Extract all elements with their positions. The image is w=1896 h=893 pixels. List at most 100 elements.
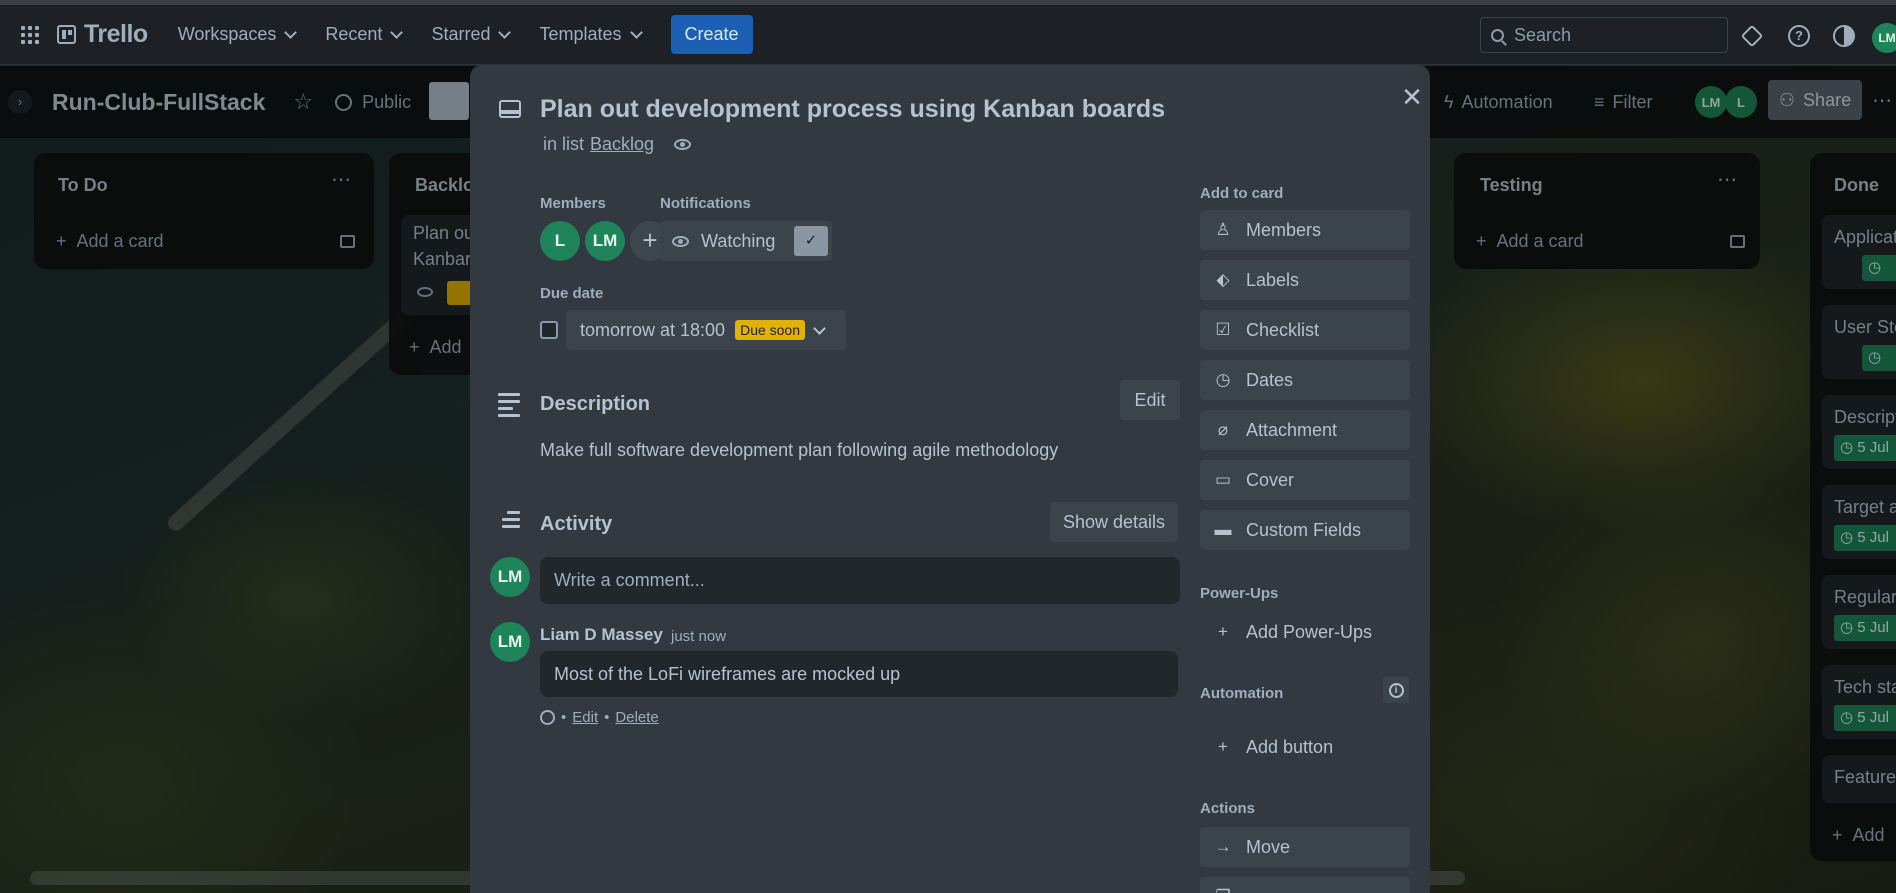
nav-label: Recent <box>325 24 383 44</box>
tag-icon: ⬖ <box>1216 270 1230 289</box>
activity-title: Activity <box>540 513 613 535</box>
checklist-button[interactable]: ☑ Checklist <box>1200 310 1410 350</box>
button-label: Checklist <box>1246 319 1320 340</box>
nav-templates[interactable]: Templates <box>539 24 643 45</box>
separator: • <box>561 709 567 726</box>
member-avatar[interactable]: LM <box>585 221 625 261</box>
chevron-down-icon <box>629 26 643 39</box>
due-value: tomorrow at 18:00 <box>580 319 726 340</box>
move-button[interactable]: → Move <box>1200 827 1410 867</box>
comment-author-avatar: LM <box>490 622 530 662</box>
card-icon <box>499 100 521 118</box>
copy-icon: ❐ <box>1214 887 1232 893</box>
paperclip-icon: ⌀ <box>1217 420 1229 439</box>
trello-mark-icon <box>57 25 76 44</box>
trello-logo[interactable]: Trello <box>57 20 148 49</box>
due-soon-badge: Due soon <box>735 320 806 340</box>
nav-label: Templates <box>539 24 622 44</box>
delete-comment-link[interactable]: Delete <box>615 709 658 726</box>
chevron-down-icon <box>498 26 512 39</box>
nav-workspaces[interactable]: Workspaces <box>177 24 298 45</box>
custom-fields-button[interactable]: ▬ Custom Fields <box>1200 510 1410 550</box>
card-list-info: in list Backlog <box>543 134 692 155</box>
due-date-label: Due date <box>540 285 604 302</box>
cover-icon: ▭ <box>1214 470 1232 489</box>
nav-starred[interactable]: Starred <box>431 24 512 45</box>
comment-text: Most of the LoFi wireframes are mocked u… <box>540 651 1178 697</box>
powerups-label: Power-Ups <box>1200 585 1279 602</box>
show-details-button[interactable]: Show details <box>1050 502 1178 542</box>
nav-label: Workspaces <box>177 24 277 44</box>
description-title: Description <box>540 393 651 415</box>
watch-button[interactable]: Watching ✓ <box>660 221 832 261</box>
add-powerups-button[interactable]: + Add Power-Ups <box>1200 612 1410 652</box>
button-label: Labels <box>1246 269 1300 290</box>
edit-description-button[interactable]: Edit <box>1120 380 1180 420</box>
search-input[interactable]: Search <box>1480 17 1728 53</box>
separator: • <box>604 709 610 726</box>
description-text[interactable]: Make full software development plan foll… <box>540 440 1058 461</box>
checkbox-icon: ☑ <box>1215 320 1231 339</box>
nav-label: Starred <box>431 24 491 44</box>
due-date-button[interactable]: tomorrow at 18:00 Due soon <box>566 310 846 350</box>
search-placeholder: Search <box>1514 24 1572 45</box>
watching-label: Watching <box>701 230 776 251</box>
add-reaction-icon[interactable] <box>540 710 555 725</box>
labels-button[interactable]: ⬖ Labels <box>1200 260 1410 300</box>
dates-button[interactable]: ◷ Dates <box>1200 360 1410 400</box>
theme-icon[interactable] <box>1833 25 1855 47</box>
comment-time[interactable]: just now <box>671 628 726 645</box>
member-avatar[interactable]: L <box>540 221 580 261</box>
arrow-right-icon: → <box>1214 837 1232 856</box>
chevron-down-icon <box>284 26 298 39</box>
comment-input[interactable]: Write a comment... <box>540 557 1180 604</box>
close-icon[interactable]: ✕ <box>1398 83 1426 111</box>
members-label: Members <box>540 195 606 212</box>
description-icon <box>498 393 520 421</box>
button-label: Members <box>1246 219 1322 240</box>
plus-icon: + <box>1218 737 1228 756</box>
attachment-button[interactable]: ⌀ Attachment <box>1200 410 1410 450</box>
cover-button[interactable]: ▭ Cover <box>1200 460 1410 500</box>
copy-button[interactable]: ❐ <box>1200 877 1410 893</box>
button-label: Cover <box>1246 469 1295 490</box>
clock-icon: ◷ <box>1215 370 1231 389</box>
add-to-card-label: Add to card <box>1200 185 1284 202</box>
button-label: Dates <box>1246 369 1294 390</box>
due-complete-checkbox[interactable] <box>540 321 558 339</box>
eye-icon <box>674 139 692 150</box>
nav-recent[interactable]: Recent <box>325 24 404 45</box>
automation-label: Automation <box>1200 685 1284 702</box>
plus-icon: + <box>1218 622 1228 641</box>
check-icon: ✓ <box>794 226 828 256</box>
custom-fields-icon: ▬ <box>1214 520 1232 539</box>
top-bar: Trello Workspaces Recent Starred Templat… <box>0 5 1896 65</box>
current-user-avatar: LM <box>490 557 530 597</box>
card-title[interactable]: Plan out development process using Kanba… <box>540 95 1165 124</box>
create-button[interactable]: Create <box>670 15 753 54</box>
person-icon: ♙ <box>1215 220 1231 239</box>
help-icon[interactable]: ? <box>1788 25 1810 47</box>
add-button-button[interactable]: + Add button <box>1200 727 1410 767</box>
button-label: Attachment <box>1246 419 1338 440</box>
button-label: Move <box>1246 836 1291 857</box>
app-name: Trello <box>84 20 148 48</box>
notifications-label: Notifications <box>660 195 751 212</box>
chevron-down-icon <box>813 321 826 335</box>
comment-actions: • Edit • Delete <box>540 709 659 726</box>
members-button[interactable]: ♙ Members <box>1200 210 1410 250</box>
edit-comment-link[interactable]: Edit <box>572 709 598 726</box>
notifications-icon[interactable] <box>1740 24 1764 48</box>
chevron-down-icon <box>390 26 404 39</box>
card-detail-modal: ✕ Plan out development process using Kan… <box>470 65 1430 893</box>
button-label: Add Power-Ups <box>1246 621 1373 642</box>
info-icon: i <box>1388 682 1404 698</box>
user-avatar[interactable]: LM <box>1872 23 1896 53</box>
actions-label: Actions <box>1200 800 1256 817</box>
activity-icon <box>498 511 520 532</box>
search-icon <box>1491 28 1504 42</box>
app-switcher-icon[interactable] <box>19 24 41 46</box>
list-link[interactable]: Backlog <box>590 134 654 155</box>
automation-info-button[interactable]: i <box>1383 677 1409 703</box>
comment-author[interactable]: Liam D Massey <box>540 625 663 645</box>
